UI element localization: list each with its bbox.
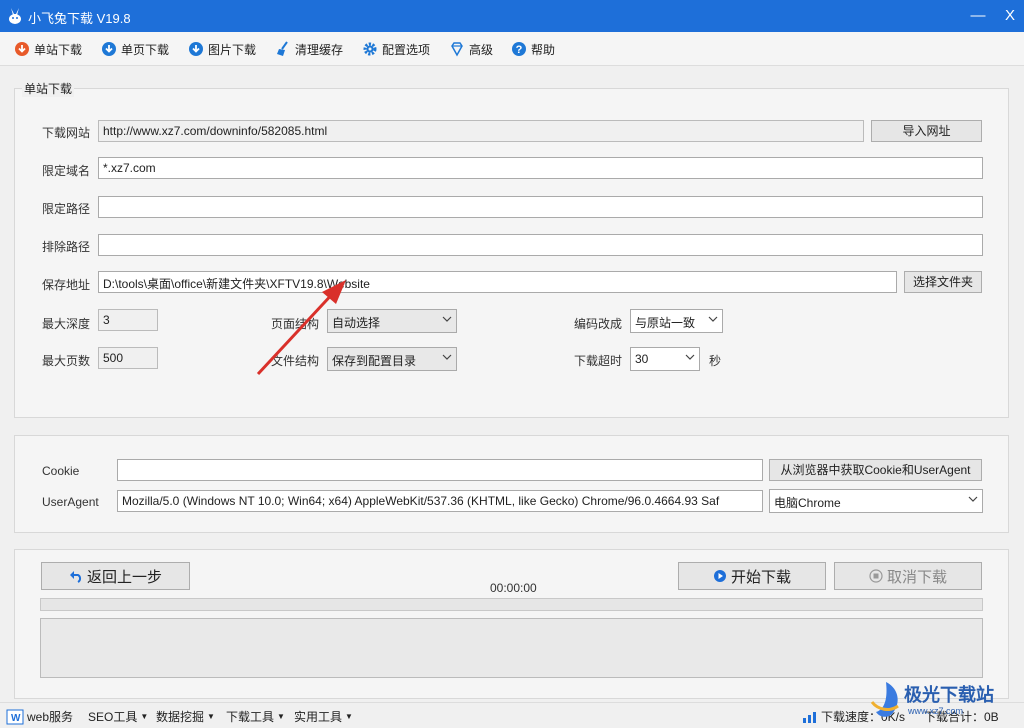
- useragent-label: UserAgent: [42, 495, 99, 509]
- timeout-value: 30: [635, 352, 649, 366]
- url-label: 下载网站: [42, 126, 91, 140]
- watermark-sub: www.xz7.com: [908, 706, 964, 716]
- chevron-down-icon: [685, 354, 695, 360]
- statusbar-seo-tools[interactable]: SEO工具 ▼: [88, 708, 148, 725]
- toolbar-label: 清理缓存: [295, 42, 344, 57]
- cookie-input[interactable]: [117, 459, 763, 481]
- cookie-label: Cookie: [42, 464, 80, 478]
- title-bar: 小飞兔下载 V19.8 — X: [0, 0, 1024, 32]
- back-label: 返回上一步: [86, 568, 162, 586]
- statusbar-web-service[interactable]: W web服务: [6, 708, 73, 725]
- diamond-icon: [451, 42, 463, 57]
- svg-text:W: W: [11, 713, 21, 724]
- statusbar-data-mining[interactable]: 数据挖掘 ▼: [156, 708, 215, 725]
- toolbar-advanced[interactable]: 高级: [449, 39, 493, 59]
- word-doc-icon: W: [6, 709, 24, 724]
- svg-text:?: ?: [516, 44, 523, 56]
- timeout-unit: 秒: [709, 354, 722, 368]
- browser-group: [14, 435, 1009, 533]
- ua-preset-value: 电脑Chrome: [774, 496, 841, 510]
- save-path-input[interactable]: D:\tools\桌面\office\新建文件夹\XFTV19.8\Websit…: [98, 271, 897, 293]
- limit-path-input[interactable]: [98, 196, 983, 218]
- cancel-download-button[interactable]: 取消下载: [834, 562, 982, 590]
- toolbar-label: 配置选项: [382, 42, 431, 57]
- watermark: 极光下载站 www.xz7.com: [864, 676, 1024, 728]
- toolbar-label: 单页下载: [121, 42, 170, 57]
- rabbit-app-icon: [9, 8, 21, 24]
- minimize-button[interactable]: —: [964, 4, 992, 28]
- cancel-label: 取消下载: [886, 568, 947, 586]
- help-icon: ?: [512, 42, 526, 56]
- exclude-path-label: 排除路径: [42, 240, 91, 254]
- start-label: 开始下载: [730, 568, 791, 586]
- play-icon: [713, 570, 726, 582]
- broom-icon: [277, 41, 288, 56]
- back-button[interactable]: 返回上一步: [41, 562, 190, 590]
- elapsed-timer: 00:00:00: [490, 581, 537, 595]
- encoding-select[interactable]: 与原站一致: [630, 309, 723, 333]
- annotation-arrow-icon: [256, 280, 346, 376]
- toolbar-label: 高级: [469, 42, 494, 57]
- timeout-select[interactable]: 30: [630, 347, 700, 371]
- max-pages-input[interactable]: 500: [98, 347, 158, 369]
- stop-icon: [869, 569, 883, 583]
- statusbar-label: 数据挖掘: [156, 710, 205, 724]
- aurora-logo-icon: [870, 682, 899, 717]
- max-depth-input[interactable]: 3: [98, 309, 158, 331]
- statusbar-label: 实用工具: [294, 710, 343, 724]
- undo-arrow-icon: [69, 571, 82, 583]
- max-depth-label: 最大深度: [42, 317, 91, 331]
- import-url-button[interactable]: 导入网址: [871, 120, 982, 142]
- toolbar-single-page[interactable]: 单页下载: [101, 39, 169, 59]
- statusbar-utility-tools[interactable]: 实用工具 ▼: [294, 708, 353, 725]
- timeout-label: 下载超时: [574, 354, 623, 368]
- toolbar-label: 单站下载: [34, 42, 83, 57]
- encoding-value: 与原站一致: [635, 316, 696, 330]
- domain-input[interactable]: *.xz7.com: [98, 157, 983, 179]
- statusbar-download-tools[interactable]: 下载工具 ▼: [226, 708, 285, 725]
- max-pages-label: 最大页数: [42, 354, 91, 368]
- statusbar-label: web服务: [27, 710, 74, 724]
- ua-preset-select[interactable]: 电脑Chrome: [769, 489, 983, 513]
- caret-down-icon: ▼: [345, 712, 353, 721]
- choose-folder-button[interactable]: 选择文件夹: [904, 271, 982, 293]
- chevron-down-icon: [442, 316, 452, 322]
- cloud-download-icon: [189, 42, 203, 56]
- chevron-down-icon: [442, 354, 452, 360]
- toolbar-single-site[interactable]: 单站下载: [14, 39, 82, 59]
- chevron-down-icon: [708, 316, 718, 322]
- chevron-down-icon: [968, 496, 978, 502]
- cloud-download-icon: [102, 42, 116, 56]
- statusbar-label: 下载工具: [226, 710, 275, 724]
- encoding-label: 编码改成: [574, 317, 623, 331]
- toolbar-label: 帮助: [531, 42, 556, 57]
- toolbar-clear-cache[interactable]: 清理缓存: [275, 39, 343, 59]
- single-site-legend: 单站下载: [22, 80, 75, 97]
- exclude-path-input[interactable]: [98, 234, 983, 256]
- caret-down-icon: ▼: [140, 712, 149, 721]
- toolbar-settings[interactable]: 配置选项: [362, 39, 430, 59]
- statusbar-label: SEO工具: [88, 710, 138, 724]
- log-output[interactable]: [40, 618, 983, 678]
- close-button[interactable]: X: [996, 4, 1024, 28]
- limit-path-label: 限定路径: [42, 202, 91, 216]
- fetch-cookie-button[interactable]: 从浏览器中获取Cookie和UserAgent: [769, 459, 982, 481]
- download-progress-bar: [40, 598, 983, 611]
- caret-down-icon: ▼: [277, 712, 285, 721]
- toolbar-label: 图片下载: [208, 42, 257, 57]
- toolbar-image-download[interactable]: 图片下载: [188, 39, 256, 59]
- caret-down-icon: ▼: [207, 712, 215, 721]
- toolbar-help[interactable]: ? 帮助: [511, 39, 555, 59]
- gear-icon: [363, 42, 377, 56]
- watermark-text: 极光下载站: [904, 685, 994, 705]
- download-red-icon: [15, 42, 29, 56]
- toolbar: 单站下载 单页下载 图片下载 清理缓存 配置选项 高级 ? 帮助: [0, 32, 1024, 66]
- domain-label: 限定域名: [42, 164, 91, 178]
- url-input[interactable]: http://www.xz7.com/downinfo/582085.html: [98, 120, 864, 142]
- useragent-input[interactable]: Mozilla/5.0 (Windows NT 10.0; Win64; x64…: [117, 490, 763, 512]
- window-title: 小飞兔下载 V19.8: [28, 11, 131, 26]
- speed-icon: [803, 711, 816, 723]
- save-path-label: 保存地址: [42, 278, 91, 292]
- start-download-button[interactable]: 开始下载: [678, 562, 826, 590]
